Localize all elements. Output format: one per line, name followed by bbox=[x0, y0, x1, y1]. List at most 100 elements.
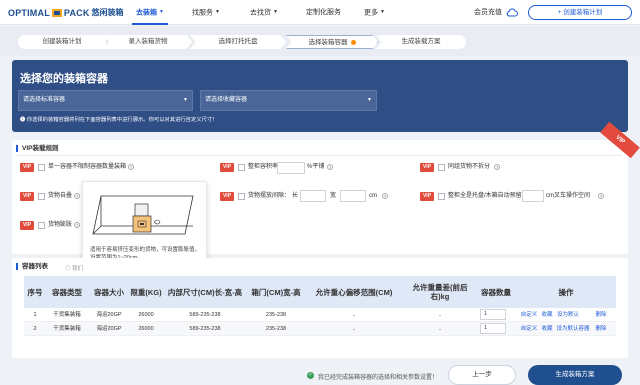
step-label: 生成装载方案 bbox=[401, 38, 441, 45]
vip-tag: VIP bbox=[220, 163, 234, 172]
footer-confirm-text: 我已经完成装箱容器的选择和相关参数设置！ bbox=[318, 375, 439, 381]
favorite-container-select[interactable]: 请选择收藏容器 ▼ bbox=[200, 90, 377, 111]
help-icon[interactable]: ? bbox=[382, 193, 388, 199]
step-generate-plan[interactable]: 生成装载方案 bbox=[376, 35, 466, 49]
quantity-input[interactable]: 1 bbox=[480, 309, 506, 320]
help-icon[interactable]: ? bbox=[128, 164, 134, 170]
favorite-link[interactable]: 收藏 bbox=[540, 308, 554, 322]
cell-size: 海运20GP bbox=[96, 326, 122, 332]
nav-item-packing[interactable]: 去装箱 ▼ bbox=[132, 0, 168, 25]
brand-logo[interactable]: OPTIMAL PACK 悠闲装箱 bbox=[8, 6, 124, 19]
customize-link[interactable]: 自定义 bbox=[520, 322, 538, 336]
check-icon: ✓ bbox=[307, 372, 314, 379]
column-header: 容器数量 bbox=[481, 287, 511, 297]
gap-length-input[interactable] bbox=[300, 190, 326, 202]
step-create-plan[interactable]: 创建装箱计划 bbox=[18, 35, 106, 49]
nav-item-custom-service[interactable]: 定制化服务 bbox=[306, 0, 341, 25]
set-default-link[interactable]: 设为默认 bbox=[556, 308, 580, 322]
rule-label: 宽 bbox=[330, 193, 337, 199]
rule-label: 同组货物不拆分 bbox=[448, 164, 491, 170]
step-label: 创建装箱计划 bbox=[42, 38, 82, 45]
cell-inner: 589-235-238 bbox=[189, 312, 221, 318]
quantity-input[interactable]: 1 bbox=[480, 323, 506, 334]
rule-label: 货物膨胀 bbox=[48, 222, 73, 228]
cell-offset: .. bbox=[352, 312, 356, 318]
vip-tag: VIP bbox=[420, 163, 434, 172]
select-placeholder: 请选择标准容器 bbox=[23, 97, 66, 103]
cell-diff: .. bbox=[438, 312, 442, 318]
cell-diff: .. bbox=[438, 326, 442, 332]
page-title: 选择您的装箱容器 bbox=[20, 73, 108, 85]
rule-no-split-checkbox[interactable] bbox=[438, 164, 445, 171]
help-icon[interactable]: ? bbox=[74, 193, 80, 199]
brand-name-en-2: PACK bbox=[63, 7, 90, 18]
chevron-down-icon: ▼ bbox=[215, 9, 220, 15]
customize-link[interactable]: 自定义 bbox=[520, 308, 538, 322]
vip-tag: VIP bbox=[220, 192, 234, 201]
step-select-container[interactable]: 选择装箱容器 bbox=[286, 35, 378, 49]
cell-limit: 26000 bbox=[138, 326, 154, 332]
column-header: 序号 bbox=[27, 287, 43, 297]
container-expansion-illustration bbox=[92, 195, 194, 235]
generate-plan-button[interactable]: 生成装箱方案 bbox=[528, 365, 622, 385]
rule-label: 长 bbox=[292, 193, 299, 199]
step-select-pallet[interactable]: 选择打托托盘 bbox=[190, 35, 286, 49]
cloud-icon[interactable] bbox=[506, 7, 518, 18]
cell-no: 1 bbox=[33, 312, 37, 318]
forklift-space-input[interactable] bbox=[522, 190, 544, 202]
top-navbar: OPTIMAL PACK 悠闲装箱 去装箱 ▼ 找服务 ▼ 去找货 ▼ 定制化服务 更… bbox=[0, 0, 640, 25]
nav-item-find-goods[interactable]: 去找货 ▼ bbox=[250, 0, 278, 25]
rule-label: 整柜全是托盘/木箱自动预留 bbox=[448, 193, 522, 199]
cell-type: 干货集装箱 bbox=[53, 326, 81, 332]
cell-inner: 589-235-238 bbox=[189, 326, 221, 332]
vip-tag: VIP bbox=[20, 221, 34, 230]
nav-item-more[interactable]: 更多 ▼ bbox=[364, 0, 385, 25]
help-icon[interactable]: ? bbox=[494, 164, 500, 170]
step-label: 选择打托托盘 bbox=[218, 38, 258, 45]
standard-container-select[interactable]: 请选择标准容器 ▼ bbox=[18, 90, 193, 111]
delete-link[interactable]: 删除 bbox=[594, 322, 608, 336]
help-icon[interactable]: ? bbox=[327, 164, 333, 170]
container-list-subtitle: ◎ 我们 bbox=[65, 266, 84, 272]
divider bbox=[16, 155, 622, 156]
rule-gap-checkbox[interactable] bbox=[238, 193, 245, 200]
cell-type: 干货集装箱 bbox=[53, 312, 81, 318]
gap-width-input[interactable] bbox=[340, 190, 366, 202]
cell-door: 235-238 bbox=[265, 312, 287, 318]
rule-forklift-space-checkbox[interactable] bbox=[438, 193, 445, 200]
brand-name-cn: 悠闲装箱 bbox=[91, 8, 124, 17]
rule-label: 单一容器不限制容器数量装箱 bbox=[48, 164, 127, 170]
current-step-dot-icon bbox=[350, 39, 356, 45]
column-header: 允许重心偏移范围(CM) bbox=[315, 287, 393, 297]
nav-item-services[interactable]: 找服务 ▼ bbox=[192, 0, 220, 25]
favorite-link[interactable]: 收藏 bbox=[540, 322, 554, 336]
previous-step-button[interactable]: 上一步 bbox=[448, 365, 516, 385]
rule-label: 货物摆放间隙： bbox=[248, 193, 291, 199]
step-label: 选择装箱容器 bbox=[308, 39, 348, 46]
nav-item-label: 找服务 bbox=[192, 9, 213, 17]
member-recharge-link[interactable]: 会员充值 bbox=[474, 0, 502, 25]
rule-label: cm叉车操作空间 bbox=[546, 193, 590, 199]
vip-tag: VIP bbox=[20, 163, 34, 172]
help-icon[interactable]: ? bbox=[598, 193, 604, 199]
logo-box-icon bbox=[51, 8, 63, 18]
rule-expansion-checkbox[interactable] bbox=[38, 222, 45, 229]
nav-item-label: 去找货 bbox=[250, 9, 271, 17]
column-header: 箱门(CM)宽-高 bbox=[251, 287, 301, 297]
column-header: 容器类型 bbox=[52, 287, 82, 297]
column-header: 限重(KG) bbox=[130, 287, 162, 297]
volume-ratio-input[interactable] bbox=[277, 162, 305, 174]
vip-rules-title: VIP装载规则 bbox=[16, 145, 58, 152]
step-enter-goods[interactable]: 录入装箱货物 bbox=[104, 35, 192, 49]
create-plan-button[interactable]: + 创建装箱计划 bbox=[528, 5, 632, 20]
delete-link[interactable]: 删除 bbox=[594, 308, 608, 322]
cell-no: 2 bbox=[33, 326, 37, 332]
select-placeholder: 请选择收藏容器 bbox=[205, 97, 248, 103]
help-icon[interactable]: ? bbox=[74, 222, 80, 228]
nav-item-label: 定制化服务 bbox=[306, 9, 341, 16]
cell-door: 235-238 bbox=[265, 326, 287, 332]
set-default-link[interactable]: 设为默认容器 bbox=[556, 322, 590, 336]
rule-single-container-checkbox[interactable] bbox=[38, 164, 45, 171]
rule-self-stack-checkbox[interactable] bbox=[38, 193, 45, 200]
rule-volume-ratio-checkbox[interactable] bbox=[238, 164, 245, 171]
